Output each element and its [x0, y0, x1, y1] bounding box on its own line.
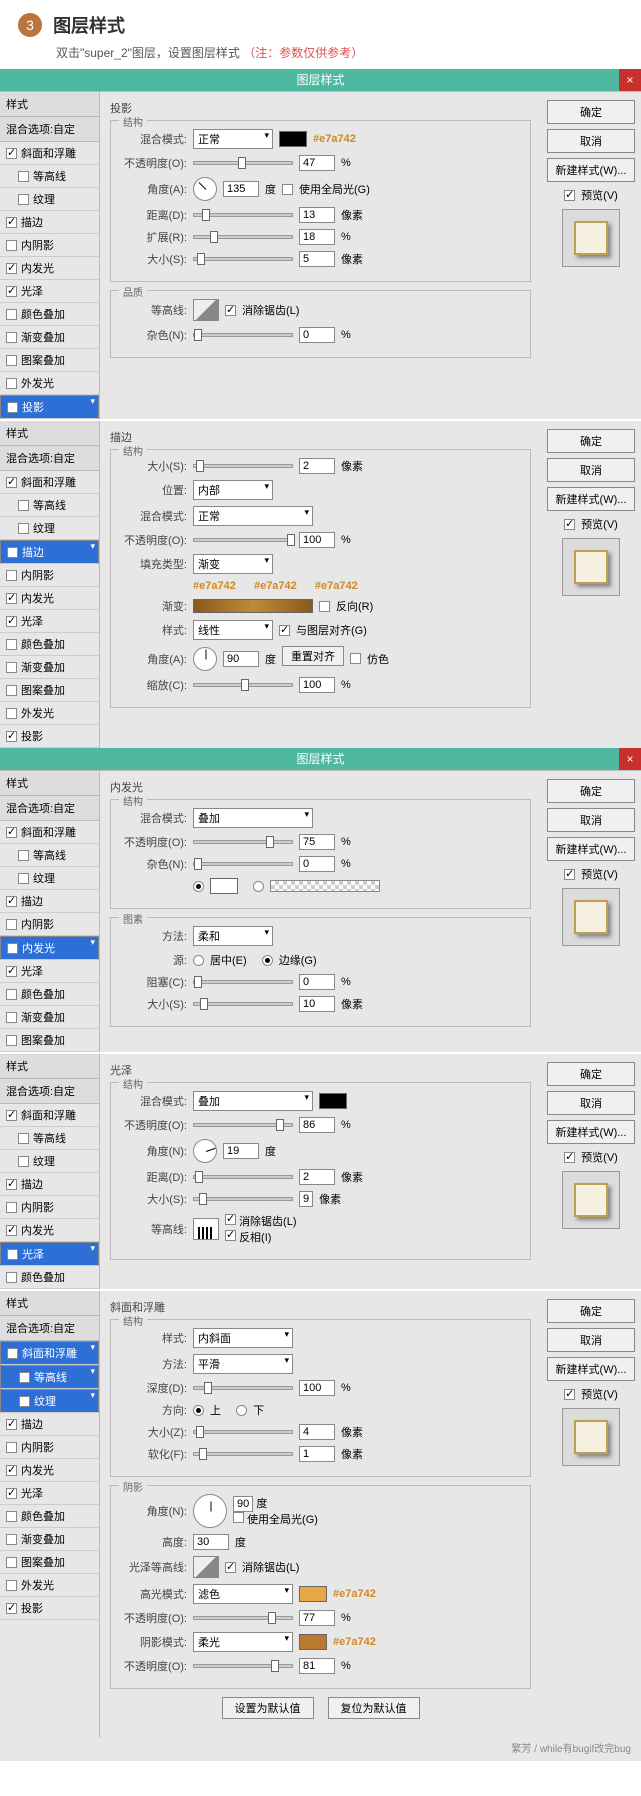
opacity-slider[interactable] [193, 161, 293, 165]
sidebar-item-texture[interactable]: 纹理 [0, 188, 99, 211]
distance-slider[interactable] [193, 213, 293, 217]
reset-default-button[interactable]: 复位为默认值 [328, 1697, 420, 1719]
sidebar-item-inner-glow[interactable]: 内发光 [0, 257, 99, 280]
preview-checkbox[interactable] [564, 190, 575, 201]
close-icon[interactable]: × [619, 748, 641, 770]
distance-input[interactable]: 13 [299, 207, 335, 223]
sidebar-item-gradient-overlay[interactable]: 渐变叠加 [0, 326, 99, 349]
step-subtitle: 双击"super_2"图层，设置图层样式 （注：参数仅供参考） [56, 44, 623, 61]
spread-input[interactable]: 18 [299, 229, 335, 245]
sidebar-item-stroke[interactable]: 描边 [0, 540, 99, 564]
sidebar-item-inner-shadow[interactable]: 内阴影 [0, 234, 99, 257]
close-icon[interactable]: × [619, 69, 641, 91]
size-input[interactable]: 5 [299, 251, 335, 267]
spread-slider[interactable] [193, 235, 293, 239]
global-light-checkbox[interactable] [282, 184, 293, 195]
contour-picker[interactable] [193, 299, 219, 321]
sidebar-item-color-overlay[interactable]: 颜色叠加 [0, 303, 99, 326]
gradient-picker[interactable] [193, 599, 313, 613]
style-sidebar: 样式 混合选项:自定 斜面和浮雕 等高线 纹理 描边 内阴影 内发光 光泽 颜色… [0, 92, 100, 419]
sidebar-item-outer-glow[interactable]: 外发光 [0, 372, 99, 395]
sidebar-item-bevel[interactable]: 斜面和浮雕 [0, 1341, 99, 1365]
sidebar-item-pattern-overlay[interactable]: 图案叠加 [0, 349, 99, 372]
sidebar-head-style[interactable]: 样式 [0, 92, 99, 117]
size-slider[interactable] [193, 257, 293, 261]
set-default-button[interactable]: 设置为默认值 [222, 1697, 314, 1719]
sidebar-item-contour[interactable]: 等高线 [0, 165, 99, 188]
sidebar-item-bevel[interactable]: 斜面和浮雕 [0, 142, 99, 165]
blend-mode-select[interactable]: 正常 [193, 129, 273, 149]
color-swatch[interactable] [279, 131, 307, 147]
sidebar-item-satin[interactable]: 光泽 [0, 280, 99, 303]
dialog-titlebar: 图层样式 × [0, 69, 641, 91]
step-header: 3 图层样式 双击"super_2"图层，设置图层样式 （注：参数仅供参考） [0, 0, 641, 69]
preview-thumbnail [562, 209, 620, 267]
gradient-radio[interactable] [253, 881, 264, 892]
sidebar-item-satin[interactable]: 光泽 [0, 1242, 99, 1266]
sidebar-item-inner-glow[interactable]: 内发光 [0, 936, 99, 960]
angle-input[interactable]: 135 [223, 181, 259, 197]
angle-dial[interactable] [193, 177, 217, 201]
noise-input[interactable]: 0 [299, 327, 335, 343]
footer-credit: 繁芳 / while有bugif改完bug [0, 1738, 641, 1761]
color-radio[interactable] [193, 881, 204, 892]
sidebar-item-stroke[interactable]: 描边 [0, 211, 99, 234]
step-number: 3 [18, 13, 42, 37]
opacity-input[interactable]: 47 [299, 155, 335, 171]
sidebar-item-drop-shadow[interactable]: 投影 [0, 395, 99, 419]
step-title: 图层样式 [53, 16, 125, 36]
noise-slider[interactable] [193, 333, 293, 337]
section-title: 投影 [110, 100, 531, 116]
sidebar-blend-options[interactable]: 混合选项:自定 [0, 117, 99, 142]
antialias-checkbox[interactable] [225, 305, 236, 316]
contour-picker[interactable] [193, 1218, 219, 1240]
ok-button[interactable]: 确定 [547, 100, 635, 124]
cancel-button[interactable]: 取消 [547, 129, 635, 153]
new-style-button[interactable]: 新建样式(W)... [547, 158, 635, 182]
